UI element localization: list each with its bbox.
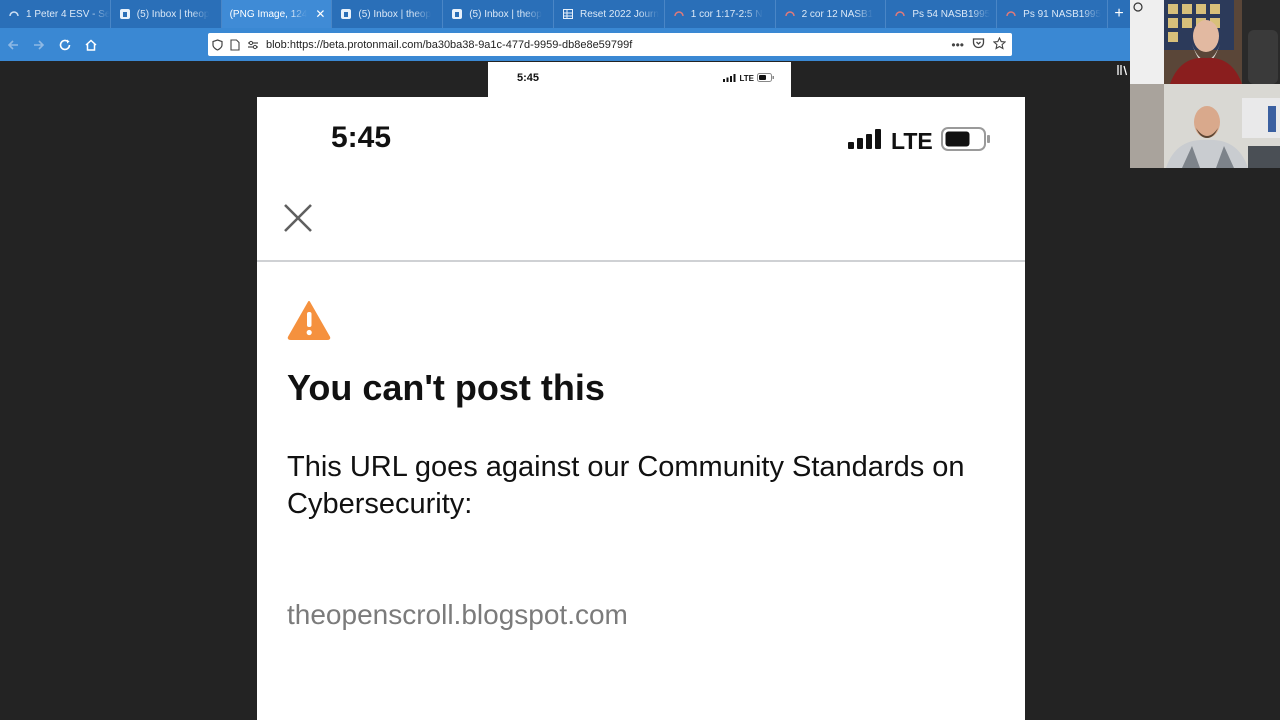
screen: 1 Peter 4 ESV - Se (5) Inbox | theop (PN… bbox=[0, 0, 1280, 720]
page-info-icon[interactable] bbox=[226, 38, 244, 51]
address-bar[interactable]: blob:https://beta.protonmail.com/ba30ba3… bbox=[208, 33, 1012, 56]
mail-icon bbox=[340, 8, 352, 20]
tab-1-peter[interactable]: 1 Peter 4 ESV - Se bbox=[0, 0, 111, 28]
new-tab-button[interactable]: + bbox=[1108, 0, 1130, 28]
forward-icon[interactable] bbox=[26, 32, 52, 58]
permissions-icon[interactable] bbox=[244, 40, 262, 50]
loading-icon bbox=[1005, 8, 1017, 20]
warning-body: This URL goes against our Community Stan… bbox=[287, 451, 965, 520]
shield-icon[interactable] bbox=[208, 38, 226, 51]
warning-icon bbox=[287, 300, 331, 340]
signal-icon bbox=[848, 129, 883, 154]
tab-label: 1 cor 1:17-2:5 N bbox=[690, 8, 763, 20]
back-icon[interactable] bbox=[0, 32, 26, 58]
home-icon[interactable] bbox=[78, 32, 104, 58]
mini-status-indicators: LTE bbox=[723, 73, 775, 84]
warning-headline: You can't post this bbox=[287, 367, 605, 408]
facebook-warning-screenshot: 5:45 LTE You can't post this This URL go… bbox=[257, 97, 1025, 720]
mini-network-label: LTE bbox=[739, 74, 754, 83]
address-bar-actions: ••• bbox=[951, 36, 1012, 53]
tab-inbox-1[interactable]: (5) Inbox | theop bbox=[111, 0, 222, 28]
tab-label: 2 cor 12 NASB1 bbox=[801, 8, 874, 20]
tab-label: (5) Inbox | theop bbox=[469, 8, 542, 20]
bookmark-star-icon[interactable] bbox=[992, 36, 1007, 53]
tab-ps-54[interactable]: Ps 54 NASB1995 bbox=[886, 0, 998, 28]
reload-icon[interactable] bbox=[52, 32, 78, 58]
tab-label: (5) Inbox | theop bbox=[358, 8, 432, 20]
loading-icon bbox=[8, 8, 20, 20]
tab-ps-91[interactable]: Ps 91 NASB1995 bbox=[997, 0, 1108, 28]
tab-strip: 1 Peter 4 ESV - Se (5) Inbox | theop (PN… bbox=[0, 0, 1130, 28]
mail-icon bbox=[451, 8, 463, 20]
loading-icon bbox=[894, 8, 906, 20]
tab-png-image[interactable]: (PNG Image, 124 ✕ bbox=[221, 0, 333, 28]
loading-icon bbox=[673, 8, 685, 20]
tab-label: Ps 54 NASB1995 bbox=[912, 8, 991, 20]
webcam-feed-host bbox=[1130, 0, 1280, 84]
webcam-feed-guest bbox=[1130, 84, 1280, 168]
status-time: 5:45 bbox=[331, 121, 392, 154]
sheet-icon bbox=[562, 8, 574, 20]
page-actions-icon[interactable]: ••• bbox=[951, 38, 964, 52]
tab-inbox-3[interactable]: (5) Inbox | theop bbox=[443, 0, 554, 28]
header-divider bbox=[257, 260, 1025, 262]
tab-label: Reset 2022 Journ bbox=[579, 8, 659, 20]
tab-label: 1 Peter 4 ESV - Se bbox=[26, 8, 110, 20]
network-label: LTE bbox=[891, 128, 933, 154]
navigation-bar: blob:https://beta.protonmail.com/ba30ba3… bbox=[0, 28, 1130, 76]
close-icon[interactable] bbox=[281, 201, 315, 235]
loading-icon bbox=[784, 8, 796, 20]
status-indicators: LTE bbox=[848, 127, 991, 156]
mail-icon bbox=[119, 8, 131, 20]
pocket-icon[interactable] bbox=[972, 37, 985, 52]
tab-label: (PNG Image, 124 bbox=[229, 8, 308, 20]
signal-icon bbox=[723, 73, 736, 84]
phone-status-strip: 5:45 LTE bbox=[488, 62, 791, 97]
tab-inbox-2[interactable]: (5) Inbox | theop bbox=[332, 0, 444, 28]
tab-reset-journal[interactable]: Reset 2022 Journ bbox=[554, 0, 665, 28]
mini-status-time: 5:45 bbox=[517, 72, 540, 84]
library-icon[interactable] bbox=[1116, 64, 1128, 79]
tab-label: Ps 91 NASB1995 bbox=[1023, 8, 1101, 20]
tab-2-cor[interactable]: 2 cor 12 NASB1 bbox=[776, 0, 887, 28]
tab-label: (5) Inbox | theop bbox=[136, 8, 210, 20]
url-text: blob:https://beta.protonmail.com/ba30ba3… bbox=[266, 38, 633, 51]
tab-1-cor[interactable]: 1 cor 1:17-2:5 N bbox=[665, 0, 776, 28]
close-tab-icon[interactable]: ✕ bbox=[315, 7, 325, 21]
battery-icon bbox=[757, 73, 775, 84]
battery-icon bbox=[940, 127, 991, 156]
blocked-url: theopenscroll.blogspot.com bbox=[287, 599, 628, 630]
